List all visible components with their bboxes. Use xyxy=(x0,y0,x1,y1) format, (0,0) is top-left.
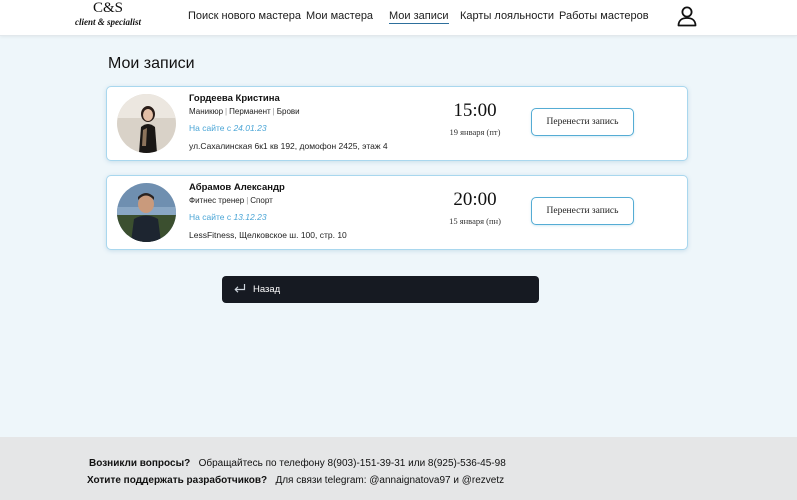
reschedule-button[interactable]: Перенести запись xyxy=(531,108,634,136)
back-button[interactable]: Назад xyxy=(222,276,539,303)
footer-question: Возникли вопросы? xyxy=(89,458,191,469)
footer-phone-info[interactable]: Обращайтесь по телефону 8(903)-151-39-31… xyxy=(199,458,506,469)
logo-subtitle: client & specialist xyxy=(75,17,141,27)
appointment-card: Гордеева Кристина Маникюр | Перманент | Бров… xyxy=(106,86,688,161)
category-separator: | xyxy=(272,107,275,116)
member-since-date: 24.01.23 xyxy=(233,123,267,133)
avatar xyxy=(117,94,176,153)
master-name: Гордеева Кристина xyxy=(189,93,280,104)
master-categories: Маникюр | Перманент | Брови xyxy=(189,107,300,116)
back-button-label: Назад xyxy=(253,284,281,295)
category-tag: Перманент xyxy=(229,107,271,116)
appointment-time: 20:00 xyxy=(453,189,497,210)
reschedule-button[interactable]: Перенести запись xyxy=(531,197,634,225)
category-tag: Фитнес тренер xyxy=(189,196,245,205)
master-name: Абрамов Александр xyxy=(189,182,285,193)
footer-contact-line: Возникли вопросы? Обращайтесь по телефон… xyxy=(89,458,506,469)
member-since-date: 13.12.23 xyxy=(233,212,267,222)
logo-main-text: C&S xyxy=(92,0,123,16)
page-title: Мои записи xyxy=(108,55,195,72)
master-categories: Фитнес тренер | Спорт xyxy=(189,196,273,205)
appointment-time: 15:00 xyxy=(453,100,497,121)
appointment-address: ул.Сахалинская 6к1 кв 192, домофон 2425,… xyxy=(189,141,388,151)
category-tag: Спорт xyxy=(250,196,273,205)
appointment-date: 15 января (пн) xyxy=(449,216,501,226)
category-separator: | xyxy=(246,196,249,205)
return-arrow-icon xyxy=(234,284,246,293)
member-since: На сайте с 24.01.23 xyxy=(189,123,267,133)
top-nav-bar: C&S client & specialist Поиск нового мас… xyxy=(0,0,797,36)
category-tag: Брови xyxy=(276,107,300,116)
user-profile-icon[interactable] xyxy=(676,5,698,27)
nav-item-find-master[interactable]: Поиск нового мастера xyxy=(188,10,301,22)
footer: Возникли вопросы? Обращайтесь по телефон… xyxy=(0,437,797,500)
footer-telegram-info[interactable]: Для связи telegram: @annaignatova97 и @r… xyxy=(275,475,504,486)
nav-item-my-appointments[interactable]: Мои записи xyxy=(389,10,449,24)
category-tag: Маникюр xyxy=(189,107,224,116)
nav-item-my-masters[interactable]: Мои мастера xyxy=(306,10,373,22)
nav-item-master-works[interactable]: Работы мастеров xyxy=(559,10,649,22)
nav-item-loyalty-cards[interactable]: Карты лояльности xyxy=(460,10,554,22)
appointment-address: LessFitness, Щелковское ш. 100, стр. 10 xyxy=(189,230,347,240)
appointment-date: 19 января (пт) xyxy=(449,127,501,137)
member-since-label: На сайте с xyxy=(189,123,234,133)
category-separator: | xyxy=(225,107,228,116)
footer-support-line: Хотите поддержать разработчиков? Для свя… xyxy=(87,475,504,486)
logo[interactable]: C&S client & specialist xyxy=(70,1,146,27)
member-since-label: На сайте с xyxy=(189,212,234,222)
member-since: На сайте с 13.12.23 xyxy=(189,212,267,222)
appointment-card: Абрамов Александр Фитнес тренер | Спорт На… xyxy=(106,175,688,250)
footer-question: Хотите поддержать разработчиков? xyxy=(87,475,268,486)
avatar xyxy=(117,183,176,242)
